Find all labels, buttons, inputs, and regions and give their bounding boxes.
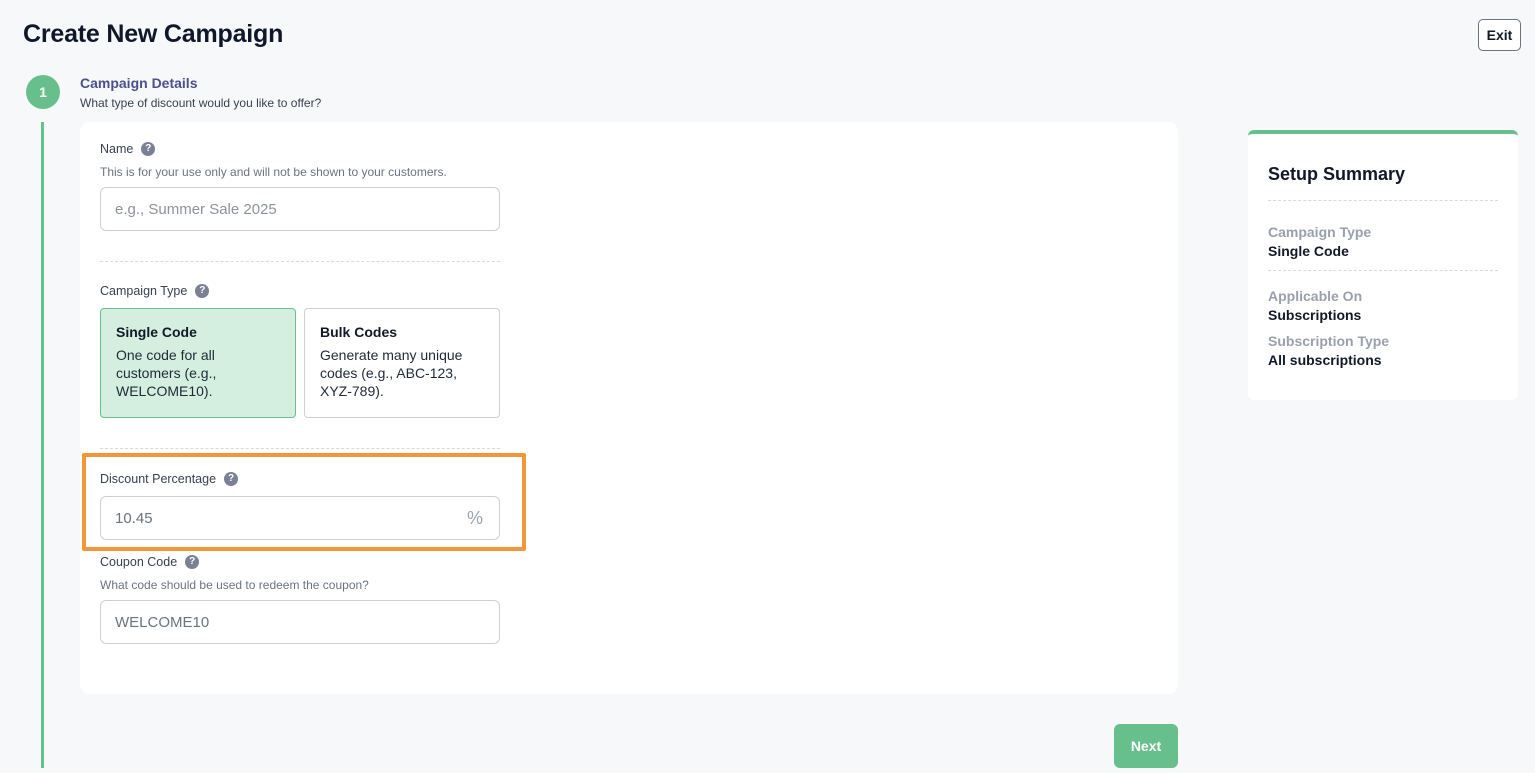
name-label: Name <box>100 142 134 156</box>
next-button[interactable]: Next <box>1114 724 1178 768</box>
summary-title: Setup Summary <box>1268 164 1406 184</box>
help-circle-icon[interactable]: ? <box>141 142 156 156</box>
summary-label-applicable-on: Applicable On <box>1268 288 1363 304</box>
campaign-details-form: Name ? This is for your use only and wil… <box>80 122 1178 694</box>
step-progress-line <box>41 122 44 768</box>
campaign-type-label: Campaign Type <box>100 284 188 298</box>
coupon-code-value: WELCOME10 <box>115 613 210 631</box>
discount-percentage-highlight <box>82 453 526 551</box>
setup-summary-card: Setup Summary Campaign Type Single Code … <box>1248 130 1518 400</box>
summary-value-subscription-type: All subscriptions <box>1268 352 1382 368</box>
section-divider <box>100 261 500 262</box>
option-description: One code for all customers (e.g., WELCOM… <box>116 347 217 399</box>
coupon-code-input[interactable]: WELCOME10 <box>100 600 500 644</box>
name-input-placeholder: e.g., Summer Sale 2025 <box>115 200 277 218</box>
page-title: Create New Campaign <box>23 20 284 48</box>
summary-divider <box>1268 200 1498 201</box>
summary-value-campaign-type: Single Code <box>1268 243 1349 259</box>
summary-value-applicable-on: Subscriptions <box>1268 307 1362 323</box>
name-input[interactable]: e.g., Summer Sale 2025 <box>100 187 500 231</box>
summary-divider <box>1268 270 1498 271</box>
summary-label-subscription-type: Subscription Type <box>1268 333 1390 349</box>
exit-button[interactable]: Exit <box>1478 19 1521 51</box>
name-hint: This is for your use only and will not b… <box>100 165 447 179</box>
section-divider <box>100 448 500 449</box>
option-title: Bulk Codes <box>320 324 398 340</box>
campaign-type-label-row: Campaign Type ? <box>100 284 210 298</box>
help-circle-icon[interactable]: ? <box>195 284 210 298</box>
option-title: Single Code <box>116 324 197 340</box>
campaign-type-single-code-option[interactable]: Single Code One code for all customers (… <box>100 308 296 418</box>
option-description: Generate many unique codes (e.g., ABC-12… <box>320 347 463 399</box>
summary-label-campaign-type: Campaign Type <box>1268 224 1372 240</box>
step-subtitle: What type of discount would you like to … <box>80 96 322 110</box>
help-circle-icon[interactable]: ? <box>185 555 200 569</box>
campaign-type-bulk-codes-option[interactable]: Bulk Codes Generate many unique codes (e… <box>304 308 500 418</box>
step-number-badge: 1 <box>26 75 60 109</box>
create-campaign-page: Create New Campaign Exit 1 Campaign Deta… <box>0 0 1535 773</box>
step-title: Campaign Details <box>80 75 198 91</box>
coupon-code-label-row: Coupon Code ? <box>100 555 200 569</box>
coupon-code-label: Coupon Code <box>100 555 178 569</box>
coupon-code-hint: What code should be used to redeem the c… <box>100 578 369 592</box>
name-label-row: Name ? <box>100 142 156 156</box>
